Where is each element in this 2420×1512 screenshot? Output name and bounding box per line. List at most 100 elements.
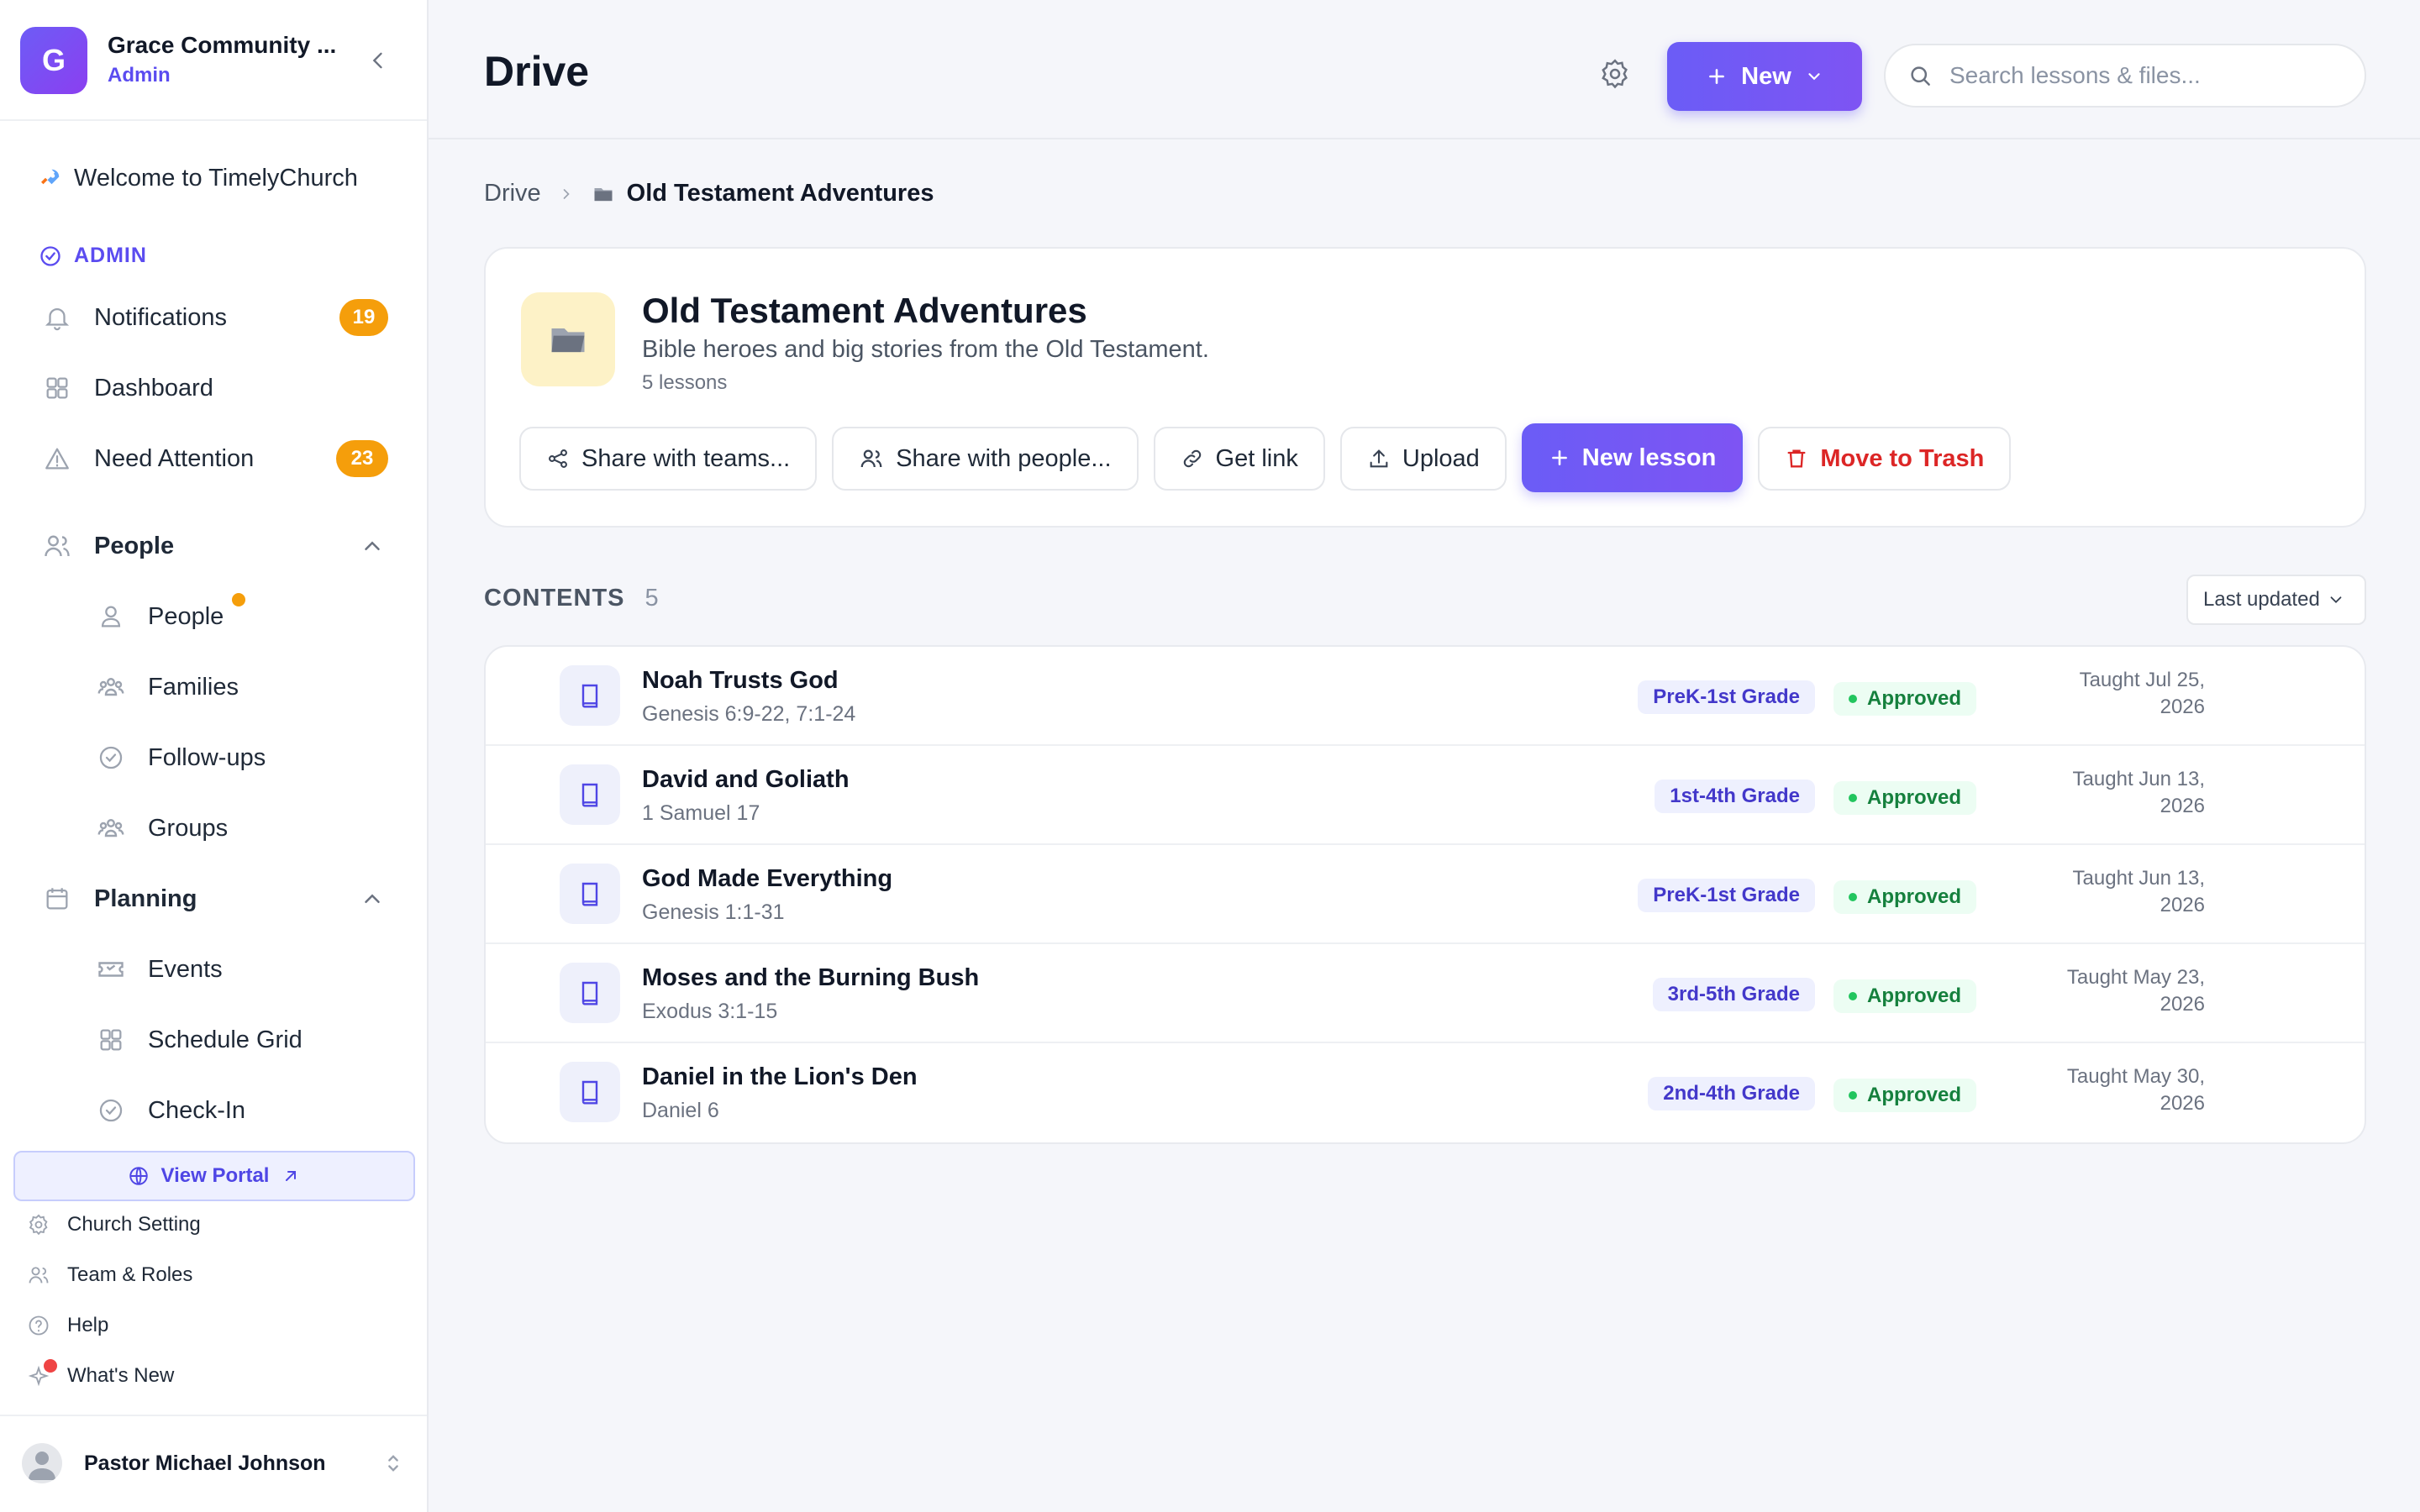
search-box[interactable] xyxy=(1884,44,2366,108)
user-menu[interactable]: Pastor Michael Johnson xyxy=(0,1415,427,1512)
breadcrumb-current-label: Old Testament Adventures xyxy=(626,180,934,207)
view-portal-button[interactable]: View Portal xyxy=(13,1151,415,1201)
table-row[interactable]: David and Goliath 1 Samuel 17 1st-4th Gr… xyxy=(486,746,2365,845)
sidebar-group-people[interactable]: People xyxy=(40,529,393,563)
lesson-title: Daniel in the Lion's Den xyxy=(642,1063,918,1090)
sidebar-item-label: Schedule Grid xyxy=(148,1026,302,1053)
grade-badge: 1st-4th Grade xyxy=(1655,780,1815,813)
welcome-link[interactable]: Welcome to TimelyChurch xyxy=(37,165,358,192)
table-row[interactable]: Noah Trusts God Genesis 6:9-22, 7:1-24 P… xyxy=(486,647,2365,746)
breadcrumb-root[interactable]: Drive xyxy=(484,180,541,207)
sidebar-item-label: People xyxy=(148,602,224,630)
sidebar-item-label: Follow-ups xyxy=(148,743,266,771)
grade-badge: PreK-1st Grade xyxy=(1638,879,1815,912)
lesson-reference: Exodus 3:1-15 xyxy=(642,1000,778,1023)
sidebar-item-groups[interactable]: Groups xyxy=(94,811,228,845)
table-row[interactable]: Daniel in the Lion's Den Daniel 6 2nd-4t… xyxy=(486,1043,2365,1142)
sidebar-link-team-roles[interactable]: Team & Roles xyxy=(27,1263,192,1287)
contents-label: CONTENTS xyxy=(484,585,625,612)
people-new-dot xyxy=(232,593,245,606)
sidebar-item-need-attention[interactable]: Need Attention 23 xyxy=(40,440,393,477)
upload-button[interactable]: Upload xyxy=(1339,427,1507,491)
whats-new-dot xyxy=(44,1359,57,1373)
bell-icon xyxy=(40,301,74,334)
folder-title: Old Testament Adventures xyxy=(642,291,1087,330)
table-row[interactable]: God Made Everything Genesis 1:1-31 PreK-… xyxy=(486,845,2365,944)
grid-icon xyxy=(94,1023,128,1057)
group-icon xyxy=(94,811,128,845)
calendar-icon xyxy=(40,882,74,916)
sidebar-link-church-setting[interactable]: Church Setting xyxy=(27,1213,201,1236)
share-teams-button[interactable]: Share with teams... xyxy=(519,427,818,491)
search-input[interactable] xyxy=(1949,62,2336,89)
sort-dropdown[interactable]: Last updated xyxy=(2186,575,2366,625)
view-portal-label: View Portal xyxy=(160,1164,270,1187)
share-teams-label: Share with teams... xyxy=(581,444,791,472)
book-icon xyxy=(560,963,620,1023)
taught-line-2: 2026 xyxy=(2160,1092,2205,1115)
taught-line-2: 2026 xyxy=(2160,795,2205,817)
users-icon xyxy=(40,529,74,563)
org-header[interactable]: G Grace Community ... Admin xyxy=(0,0,427,121)
table-row[interactable]: Moses and the Burning Bush Exodus 3:1-15… xyxy=(486,944,2365,1043)
sidebar-item-notifications[interactable]: Notifications 19 xyxy=(40,299,393,336)
share-people-button[interactable]: Share with people... xyxy=(832,427,1139,491)
get-link-button[interactable]: Get link xyxy=(1153,427,1325,491)
sidebar-item-follow-ups[interactable]: Follow-ups xyxy=(94,741,266,774)
chevron-down-icon xyxy=(1805,67,1823,86)
sidebar-item-people[interactable]: People xyxy=(94,593,245,633)
admin-section-label: ADMIN xyxy=(39,244,147,268)
sidebar-link-help[interactable]: Help xyxy=(27,1314,108,1337)
chevron-down-icon xyxy=(2327,591,2345,609)
sidebar-item-schedule-grid[interactable]: Schedule Grid xyxy=(94,1023,302,1057)
sidebar-group-label: Planning xyxy=(94,885,197,912)
sidebar-group-planning[interactable]: Planning xyxy=(40,882,393,916)
move-to-trash-button[interactable]: Move to Trash xyxy=(1758,427,2012,491)
grade-badge: 3rd-5th Grade xyxy=(1652,978,1815,1011)
book-icon xyxy=(560,864,620,924)
status-label: Approved xyxy=(1867,984,1962,1007)
grade-badge: PreK-1st Grade xyxy=(1638,680,1815,714)
contents-count: 5 xyxy=(644,585,660,612)
sidebar-item-families[interactable]: Families xyxy=(94,670,239,704)
org-name: Grace Community ... xyxy=(108,32,337,58)
taught-date: Taught Jun 13, 2026 xyxy=(2020,766,2205,820)
sidebar-bottom: View Portal Church Setting Team & Roles … xyxy=(0,1136,427,1512)
lesson-reference: Daniel 6 xyxy=(642,1099,719,1122)
breadcrumb-current: Old Testament Adventures xyxy=(592,180,934,207)
taught-line-1: Taught May 30, xyxy=(2066,1065,2205,1088)
lesson-title: David and Goliath xyxy=(642,766,850,793)
sidebar-item-check-in[interactable]: Check-In xyxy=(94,1094,245,1127)
admin-label: ADMIN xyxy=(74,244,147,267)
collapse-sidebar-icon[interactable] xyxy=(366,49,390,72)
settings-button[interactable] xyxy=(1597,55,1634,92)
new-button[interactable]: New xyxy=(1667,42,1862,111)
org-role: Admin xyxy=(108,64,171,87)
status-label: Approved xyxy=(1867,786,1962,809)
chevron-up-down-icon[interactable] xyxy=(381,1452,405,1475)
taught-date: Taught May 23, 2026 xyxy=(2020,964,2205,1018)
plus-icon xyxy=(1549,447,1570,469)
sidebar-link-label: Help xyxy=(67,1314,109,1336)
sidebar-link-whats-new[interactable]: What's New xyxy=(27,1359,174,1388)
breadcrumb: Drive Old Testament Adventures xyxy=(484,180,934,207)
sidebar-item-dashboard[interactable]: Dashboard xyxy=(40,371,213,405)
taught-line-2: 2026 xyxy=(2160,894,2205,916)
sidebar: G Grace Community ... Admin Welcome to T… xyxy=(0,0,429,1512)
sidebar-item-label: Notifications xyxy=(94,303,227,331)
taught-line-1: Taught Jun 13, xyxy=(2072,867,2205,890)
taught-line-2: 2026 xyxy=(2160,993,2205,1016)
taught-date: Taught Jul 25, 2026 xyxy=(2020,667,2205,721)
trash-icon xyxy=(1785,447,1808,470)
user-name: Pastor Michael Johnson xyxy=(84,1452,326,1475)
sidebar-item-events[interactable]: Events xyxy=(94,953,223,986)
sidebar-item-label: Groups xyxy=(148,814,229,842)
chevron-up-icon[interactable] xyxy=(360,533,385,559)
new-lesson-button[interactable]: New lesson xyxy=(1521,423,1744,492)
book-icon xyxy=(560,1062,620,1122)
chevron-up-icon[interactable] xyxy=(360,886,385,911)
nav-scroll[interactable]: Welcome to TimelyChurch ADMIN Notificati… xyxy=(0,123,427,1134)
help-icon xyxy=(27,1314,50,1337)
lesson-title: Moses and the Burning Bush xyxy=(642,964,980,991)
need-attention-badge: 23 xyxy=(336,440,388,477)
